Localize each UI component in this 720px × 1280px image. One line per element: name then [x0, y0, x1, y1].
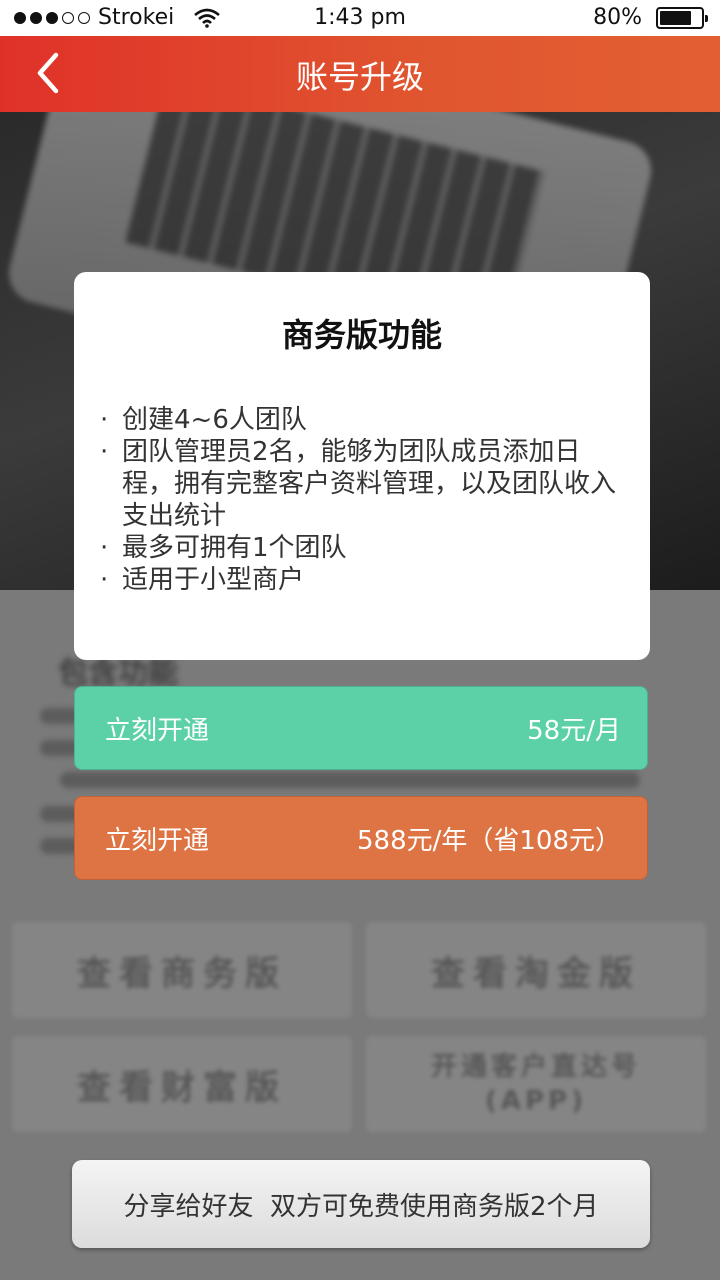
background-text-line [60, 772, 640, 788]
dialog-title: 商务版功能 [281, 316, 442, 354]
feature-text: 适用于小型商户 [122, 565, 305, 595]
battery-icon [656, 6, 708, 29]
monthly-plan-button[interactable]: 立刻开通 58元/月 [74, 686, 648, 770]
bullet: · [100, 565, 109, 595]
feature-item: · 团队管理员2名，能够为团队成员添加日程，拥有完整客户资料管理，以及团队收入支… [100, 436, 630, 532]
open-client-app-tile[interactable]: 开通客户直达号 (APP) [366, 1036, 706, 1132]
feature-text: 团队管理员2名，能够为团队成员添加日程，拥有完整客户资料管理，以及团队收入支出统… [122, 437, 617, 531]
feature-item: · 创建4~6人团队 [100, 404, 630, 436]
view-wealth-tile[interactable]: 查看财富版 [12, 1036, 352, 1132]
yearly-plan-action: 立刻开通 [105, 825, 210, 856]
feature-list: · 创建4~6人团队 · 团队管理员2名，能够为团队成员添加日程，拥有完整客户资… [100, 404, 630, 596]
monthly-plan-action: 立刻开通 [105, 715, 210, 746]
share-button[interactable]: 分享给好友 双方可免费使用商务版2个月 [72, 1160, 650, 1248]
battery-percent: 80% [593, 5, 642, 30]
feature-dialog: 商务版功能 · 创建4~6人团队 · 团队管理员2名，能够为团队成员添加日程，拥… [74, 272, 650, 660]
battery-level [660, 10, 692, 25]
yearly-plan-price: 588元/年（省108元） [356, 825, 621, 856]
view-gold-tile[interactable]: 查看淘金版 [366, 922, 706, 1018]
status-bar: Strokei 1:43 pm 80% [0, 0, 720, 36]
page-title: 账号升级 [295, 58, 424, 96]
feature-item: · 适用于小型商户 [100, 564, 630, 596]
monthly-plan-price: 58元/月 [527, 715, 621, 746]
feature-text: 创建4~6人团队 [122, 405, 307, 435]
bullet: · [100, 405, 109, 435]
feature-text: 最多可拥有1个团队 [122, 533, 347, 563]
view-business-tile[interactable]: 查看商务版 [12, 922, 352, 1018]
bullet: · [100, 533, 109, 563]
feature-item: · 最多可拥有1个团队 [100, 532, 630, 564]
share-label: 分享给好友 双方可免费使用商务版2个月 [123, 1191, 599, 1222]
yearly-plan-button[interactable]: 立刻开通 588元/年（省108元） [74, 796, 648, 880]
navigation-bar: 账号升级 [0, 36, 720, 112]
battery-group: 80% [593, 5, 708, 30]
bullet: · [100, 437, 109, 467]
